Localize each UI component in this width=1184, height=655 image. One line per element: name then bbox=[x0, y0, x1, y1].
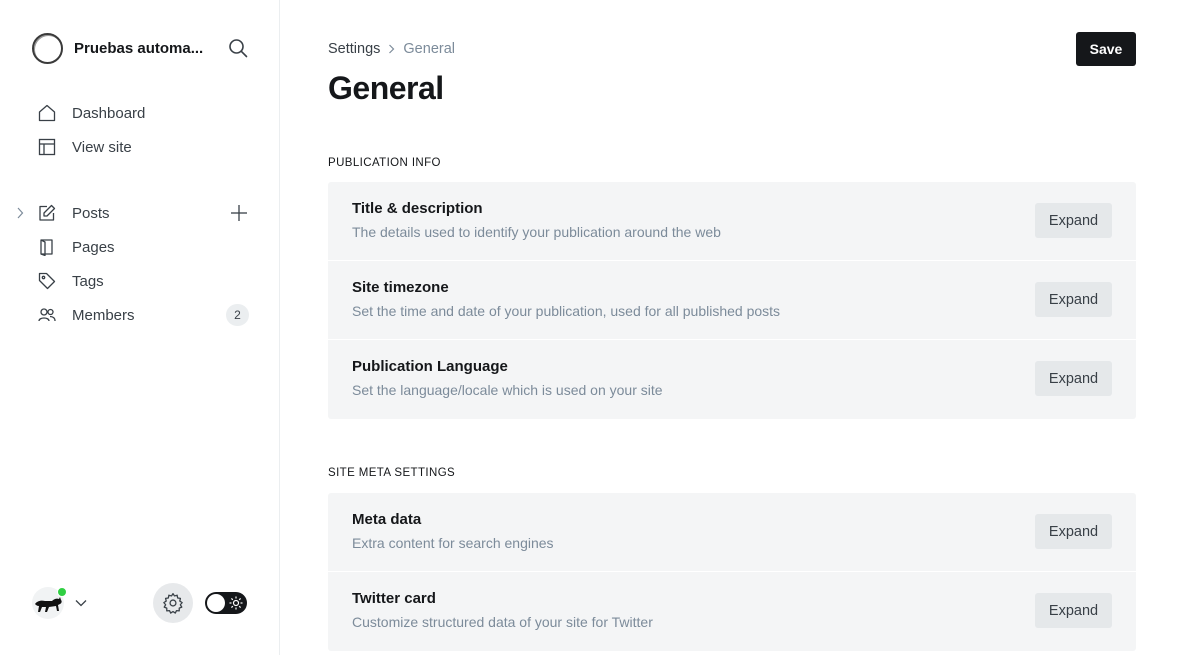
theme-toggle[interactable] bbox=[205, 592, 247, 614]
page-icon bbox=[38, 238, 56, 256]
sun-icon bbox=[228, 595, 244, 611]
sidebar-item-label: Pages bbox=[72, 238, 115, 256]
settings-row-title-description: Title & description The details used to … bbox=[328, 182, 1136, 261]
home-icon bbox=[38, 104, 56, 122]
settings-row-meta-data: Meta data Extra content for search engin… bbox=[328, 493, 1136, 572]
sidebar-item-members[interactable]: Members 2 bbox=[0, 298, 280, 332]
avatar[interactable] bbox=[32, 587, 67, 619]
row-description: Extra content for search engines bbox=[352, 535, 554, 551]
save-button[interactable]: Save bbox=[1076, 32, 1136, 66]
settings-row-twitter-card: Twitter card Customize structured data o… bbox=[328, 572, 1136, 651]
row-description: The details used to identify your public… bbox=[352, 224, 721, 240]
sidebar: Pruebas automa... Dashboard View site Po… bbox=[0, 0, 280, 655]
layout-icon bbox=[38, 138, 56, 156]
row-title: Twitter card bbox=[352, 590, 436, 607]
expand-button[interactable]: Expand bbox=[1035, 282, 1112, 317]
row-title: Site timezone bbox=[352, 279, 449, 296]
sidebar-top-nav: Dashboard View site bbox=[0, 96, 280, 164]
settings-row-site-timezone: Site timezone Set the time and date of y… bbox=[328, 261, 1136, 340]
expand-button[interactable]: Expand bbox=[1035, 361, 1112, 396]
expand-button[interactable]: Expand bbox=[1035, 514, 1112, 549]
chevron-down-icon[interactable] bbox=[74, 596, 88, 610]
gear-icon bbox=[163, 593, 183, 614]
publication-info-group: Title & description The details used to … bbox=[328, 182, 1136, 419]
chevron-right-icon bbox=[388, 44, 395, 54]
sidebar-item-dashboard[interactable]: Dashboard bbox=[0, 96, 280, 130]
site-logo[interactable] bbox=[32, 32, 63, 64]
pencil-icon bbox=[38, 204, 56, 222]
site-header: Pruebas automa... bbox=[32, 32, 250, 64]
members-count-badge: 2 bbox=[226, 304, 249, 326]
toggle-knob bbox=[207, 594, 225, 612]
settings-row-publication-language: Publication Language Set the language/lo… bbox=[328, 340, 1136, 419]
plus-icon[interactable] bbox=[228, 202, 250, 224]
online-status-dot bbox=[57, 587, 67, 597]
row-description: Set the language/locale which is used on… bbox=[352, 382, 663, 398]
members-icon bbox=[38, 306, 56, 324]
sidebar-item-label: Posts bbox=[72, 204, 110, 222]
main-content: Settings General Save General PUBLICATIO… bbox=[328, 0, 1136, 655]
sidebar-item-label: Tags bbox=[72, 272, 104, 290]
row-title: Publication Language bbox=[352, 358, 508, 375]
settings-button[interactable] bbox=[153, 583, 193, 623]
sidebar-content-nav: Posts Pages Tags Members 2 bbox=[0, 196, 280, 332]
section-label-publication-info: PUBLICATION INFO bbox=[328, 157, 441, 169]
sidebar-item-label: View site bbox=[72, 138, 132, 156]
sidebar-item-posts[interactable]: Posts bbox=[0, 196, 280, 230]
tag-icon bbox=[38, 272, 56, 290]
row-description: Set the time and date of your publicatio… bbox=[352, 303, 781, 319]
section-label-site-meta-settings: SITE META SETTINGS bbox=[328, 467, 456, 479]
breadcrumb-current: General bbox=[403, 41, 455, 57]
sidebar-item-label: Members bbox=[72, 306, 135, 324]
page-title: General bbox=[328, 70, 444, 106]
sidebar-item-pages[interactable]: Pages bbox=[0, 230, 280, 264]
row-description: Customize structured data of your site f… bbox=[352, 614, 653, 630]
chevron-right-icon[interactable] bbox=[14, 206, 26, 220]
sidebar-item-tags[interactable]: Tags bbox=[0, 264, 280, 298]
expand-button[interactable]: Expand bbox=[1035, 203, 1112, 238]
search-icon[interactable] bbox=[226, 36, 250, 60]
row-title: Meta data bbox=[352, 511, 422, 528]
breadcrumb: Settings General bbox=[328, 40, 455, 58]
breadcrumb-settings-link[interactable]: Settings bbox=[328, 41, 380, 57]
sidebar-item-view-site[interactable]: View site bbox=[0, 130, 280, 164]
row-title: Title & description bbox=[352, 200, 483, 217]
expand-button[interactable]: Expand bbox=[1035, 593, 1112, 628]
site-title[interactable]: Pruebas automa... bbox=[74, 40, 214, 57]
sidebar-item-label: Dashboard bbox=[72, 104, 146, 122]
sidebar-footer bbox=[32, 583, 250, 623]
site-meta-settings-group: Meta data Extra content for search engin… bbox=[328, 493, 1136, 651]
